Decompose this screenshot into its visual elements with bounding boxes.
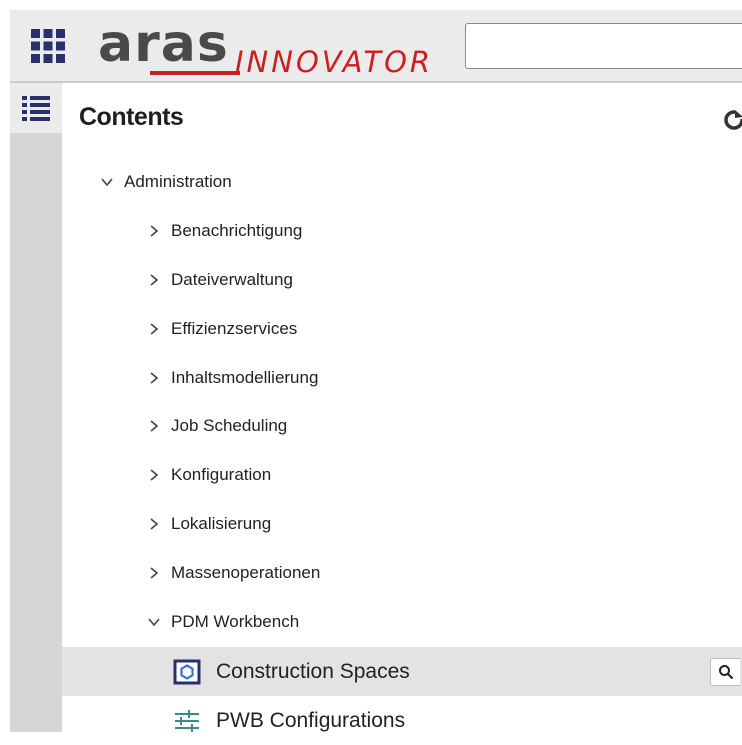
tree-node-label: Job Scheduling (171, 415, 288, 435)
tree-node-label: Benachrichtigung (171, 220, 303, 240)
window-frame-top (0, 0, 742, 10)
tree-node-pdm-workbench[interactable]: PDM Workbench (62, 597, 742, 646)
aras-innovator-logo[interactable]: aras INNOVATOR (98, 12, 438, 82)
tree-node-massenoperationen[interactable]: Massenoperationen (62, 548, 742, 597)
tree-node-inhaltsmodellierung[interactable]: Inhaltsmodellierung (62, 353, 742, 402)
panel-title: Contents (79, 103, 184, 131)
chevron-down-icon[interactable] (147, 613, 165, 631)
chevron-right-icon[interactable] (147, 515, 165, 533)
chevron-right-icon[interactable] (147, 369, 165, 387)
row-search-button[interactable] (710, 658, 740, 686)
logo-underline (150, 71, 240, 75)
contents-panel: Contents Administration Benachrichtigung… (62, 83, 742, 732)
chevron-right-icon[interactable] (147, 564, 165, 582)
chevron-down-icon[interactable] (100, 173, 118, 191)
tree-node-dateiverwaltung[interactable]: Dateiverwaltung (62, 255, 742, 304)
search-icon (718, 665, 733, 680)
table-of-contents-icon[interactable] (21, 93, 51, 123)
tree-leaf-construction-spaces[interactable]: Construction Spaces (62, 647, 742, 696)
refresh-icon[interactable] (722, 108, 742, 132)
tree-node-label: Inhaltsmodellierung (171, 367, 319, 387)
chevron-right-icon[interactable] (147, 271, 165, 289)
global-search-input[interactable] (465, 23, 742, 69)
tree-node-label: Lokalisierung (171, 513, 272, 533)
tree-node-label: Dateiverwaltung (171, 269, 293, 289)
tree-node-job-scheduling[interactable]: Job Scheduling (62, 401, 742, 450)
app-grid-icon[interactable] (30, 28, 66, 64)
logo-innovator-text: INNOVATOR (235, 45, 434, 79)
left-navigation-rail (10, 83, 62, 732)
chevron-right-icon[interactable] (147, 417, 165, 435)
tree-node-label: Konfiguration (171, 464, 272, 484)
configuration-sliders-icon (175, 709, 199, 732)
tree-leaf-label: Construction Spaces (216, 659, 410, 683)
top-header: aras INNOVATOR (10, 10, 742, 83)
chevron-right-icon[interactable] (147, 320, 165, 338)
tree-node-label: Massenoperationen (171, 562, 321, 582)
tree-leaf-label: PWB Configurations (216, 708, 406, 732)
tree-node-konfiguration[interactable]: Konfiguration (62, 450, 742, 499)
logo-aras-text: aras (98, 14, 229, 74)
chevron-right-icon[interactable] (147, 466, 165, 484)
tree-node-effizienzservices[interactable]: Effizienzservices (62, 304, 742, 353)
tree-node-label: PDM Workbench (171, 611, 300, 631)
tree-node-benachrichtigung[interactable]: Benachrichtigung (62, 206, 742, 255)
window-frame-left (0, 0, 10, 732)
tree-node-lokalisierung[interactable]: Lokalisierung (62, 499, 742, 548)
tree-node-label: Effizienzservices (171, 318, 298, 338)
construction-space-icon (173, 659, 201, 684)
tree-node-label: Administration (124, 171, 232, 191)
tree-node-administration[interactable]: Administration (62, 157, 742, 206)
chevron-right-icon[interactable] (147, 222, 165, 240)
rail-toc-tab[interactable] (10, 83, 62, 133)
tree-leaf-pwb-configurations[interactable]: PWB Configurations (62, 696, 742, 745)
